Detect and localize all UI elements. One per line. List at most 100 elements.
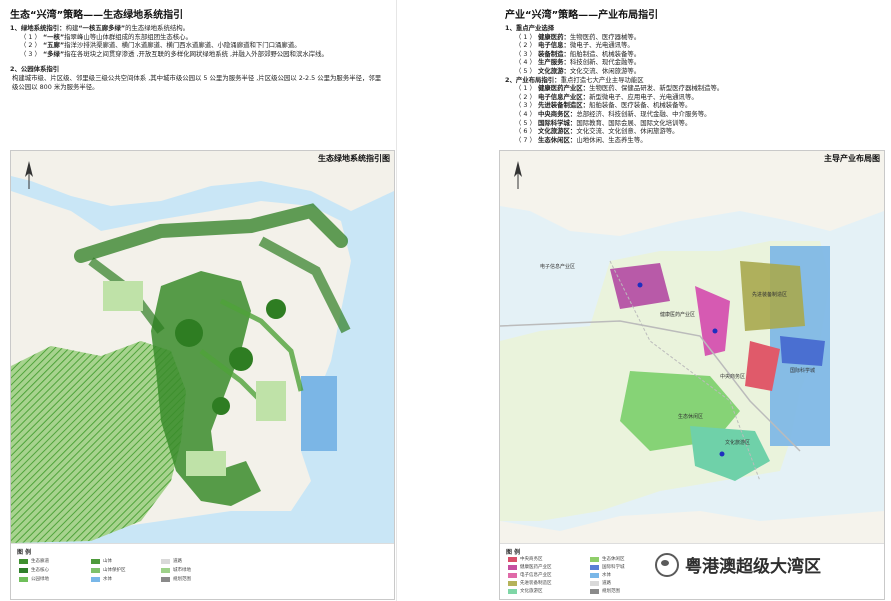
- label-health: 健康医药产业区: [660, 312, 696, 318]
- eco-map[interactable]: 生态绿地系统指引图 图 例 生态廊道 生态核心 公园绿地 山体 山体保护区 水体…: [10, 150, 395, 600]
- industry-legend-item: 中央商务区: [508, 556, 543, 562]
- green-patch: [256, 381, 286, 421]
- industry-item: （ 2 ） 电子信息：微电子、光电通讯等。: [505, 41, 881, 50]
- zone-num: （ 5 ）: [515, 118, 536, 127]
- industry-legend-item: 文化旅游区: [508, 588, 543, 594]
- zone-text: 生物医药、保健品研发、新型医疗器械制造等。: [589, 84, 724, 93]
- eco-section-1-title: 1、绿地系统指引：: [10, 24, 66, 32]
- industry-panel-title: 产业“兴湾”策略——产业布局指引: [505, 10, 659, 21]
- eco-legend-item: 山体: [91, 558, 112, 564]
- eco-section-1: 1、绿地系统指引：构建“一核五廊多绿”的生态绿地系统结构。: [10, 24, 386, 33]
- label-equipment: 先进装备制造区: [752, 292, 788, 298]
- eco-legend-title: 图 例: [17, 549, 32, 556]
- legend-swatch: [590, 588, 599, 594]
- industry-legend-title: 图 例: [506, 549, 521, 556]
- zone-name: 电子信息产业区：: [537, 92, 590, 101]
- eco-panel: 生态“兴湾”策略——生态绿地系统指引 1、绿地系统指引：构建“一核五廊多绿”的生…: [0, 0, 397, 601]
- eco-section-1-tail: 的生态绿地系统结构。: [125, 24, 190, 32]
- park-city-3: [266, 299, 286, 319]
- hub-dot: [719, 451, 725, 457]
- industry-text: 文化交流、休闲旅游等。: [569, 66, 641, 75]
- zone-num: （ 7 ）: [515, 135, 536, 144]
- industry-item: （ 1 ） 健康医药：生物医药、医疗器械等。: [505, 33, 881, 42]
- eco-item-num: （ 2 ）: [20, 41, 41, 50]
- reservoir: [301, 376, 337, 451]
- legend-label: 公园绿地: [31, 577, 49, 582]
- legend-label: 山体: [103, 559, 112, 564]
- eco-legend-item: 公园绿地: [19, 576, 49, 582]
- zone-item: （ 7 ） 生态休闲区：山地休闲、生态养生等。: [505, 136, 881, 145]
- zone-item: （ 3 ） 先进装备制造区：船舶装备、医疗装备、机械装备等。: [505, 101, 881, 110]
- label-culture: 文化旅游区: [725, 440, 751, 446]
- legend-swatch: [161, 567, 170, 573]
- industry-item: （ 5 ） 文化旅游：文化交流、休闲旅游等。: [505, 67, 881, 76]
- label-cbd: 中央商务区: [720, 374, 746, 380]
- industry-section-2-intro: 重点打造七大产业主导功能区: [560, 75, 644, 84]
- legend-swatch: [19, 567, 28, 573]
- industry-legend-item: 先进装备制造区: [508, 580, 552, 586]
- industry-text: 生物医药、医疗器械等。: [569, 32, 641, 41]
- legend-label: 城市绿地: [173, 568, 191, 573]
- hub-dot: [637, 282, 643, 288]
- industry-panel: 产业“兴湾”策略——产业布局指引 1、重点产业选择 （ 1 ） 健康医药：生物医…: [495, 0, 891, 601]
- eco-legend-item: 山体保护区: [91, 567, 126, 573]
- industry-legend-item: 国际科学城: [590, 564, 625, 570]
- legend-label: 生态休闲区: [602, 557, 625, 562]
- legend-swatch: [590, 556, 599, 562]
- industry-section-1-title: 1、重点产业选择: [505, 24, 555, 32]
- industry-num: （ 5 ）: [515, 66, 536, 75]
- zone-name: 先进装备制造区：: [537, 101, 590, 110]
- eco-legend: 图 例 生态廊道 生态核心 公园绿地 山体 山体保护区 水体 道路 城市绿地 规…: [11, 543, 394, 599]
- zone-num: （ 6 ）: [515, 127, 536, 136]
- industry-num: （ 1 ）: [515, 32, 536, 41]
- park-city-1: [175, 319, 203, 347]
- industry-map-title: 主导产业布局图: [824, 154, 880, 163]
- zone-text: 文化交流、文化创意、休闲旅游等。: [576, 127, 679, 136]
- industry-text: 船舶制造、机械装备等。: [569, 49, 641, 58]
- eco-item-keyword: “五廊”: [42, 41, 65, 50]
- legend-label: 水体: [602, 573, 611, 578]
- eco-item-num: （ 1 ）: [20, 32, 41, 41]
- eco-item-keyword: “一核”: [42, 32, 65, 41]
- legend-swatch: [508, 556, 517, 562]
- wechat-icon: [655, 552, 679, 577]
- industry-num: （ 2 ）: [515, 41, 536, 50]
- park-city-2: [229, 347, 253, 371]
- zone-text: 总部经济、科技创新、现代金融、中介服务等。: [576, 109, 711, 118]
- eco-legend-item: 生态核心: [19, 567, 49, 573]
- industry-num: （ 4 ）: [515, 58, 536, 67]
- zone-name: 文化旅游区：: [537, 127, 577, 136]
- legend-swatch: [161, 576, 170, 582]
- industry-legend-item: 健康医药产业区: [508, 564, 552, 570]
- legend-swatch: [590, 580, 599, 586]
- industry-legend-item: 水体: [590, 572, 611, 578]
- legend-label: 山体保护区: [103, 568, 126, 573]
- zone-name: 中央商务区：: [537, 109, 577, 118]
- industry-legend-item: 道路: [590, 580, 611, 586]
- industry-legend-item: 电子信息产业区: [508, 572, 552, 578]
- legend-label: 道路: [173, 559, 182, 564]
- label-eco: 生态休闲区: [678, 414, 704, 420]
- legend-label: 国际科学城: [602, 565, 625, 570]
- legend-swatch: [590, 572, 599, 578]
- industry-section-2-title: 2、产业布局指引：: [505, 75, 561, 84]
- eco-legend-item: 道路: [161, 558, 182, 564]
- legend-label: 中央商务区: [520, 557, 543, 562]
- zone-num: （ 3 ）: [515, 101, 536, 110]
- industry-map[interactable]: 主导产业布局图 电子信息产业区 健康医药产业区 先进装备制造区 中央商务区 国际…: [499, 150, 885, 600]
- zone-item: （ 6 ） 文化旅游区：文化交流、文化创意、休闲旅游等。: [505, 127, 881, 136]
- hub-dot: [712, 328, 718, 334]
- eco-legend-item: 规划范围: [161, 576, 191, 582]
- legend-swatch: [91, 576, 100, 582]
- industry-legend-item: 生态休闲区: [590, 556, 625, 562]
- industry-name: 文化旅游：: [537, 66, 570, 75]
- eco-panel-title: 生态“兴湾”策略——生态绿地系统指引: [10, 10, 184, 21]
- zone-text: 新型微电子、应用电子、光电通讯等。: [589, 92, 698, 101]
- legend-label: 健康医药产业区: [520, 565, 552, 570]
- industry-text: 科技创新、现代金融等。: [569, 58, 641, 67]
- eco-item-3: （ 3 ） “多绿”指在各斑块之间贯穿渗透 ,开放互联的多样化网状绿地系统 ,并…: [10, 50, 386, 59]
- zone-name: 健康医药产业区：: [537, 84, 590, 93]
- industry-name: 健康医药：: [537, 32, 570, 41]
- eco-item-keyword: “多绿”: [42, 49, 65, 58]
- eco-map-title: 生态绿地系统指引图: [318, 154, 390, 163]
